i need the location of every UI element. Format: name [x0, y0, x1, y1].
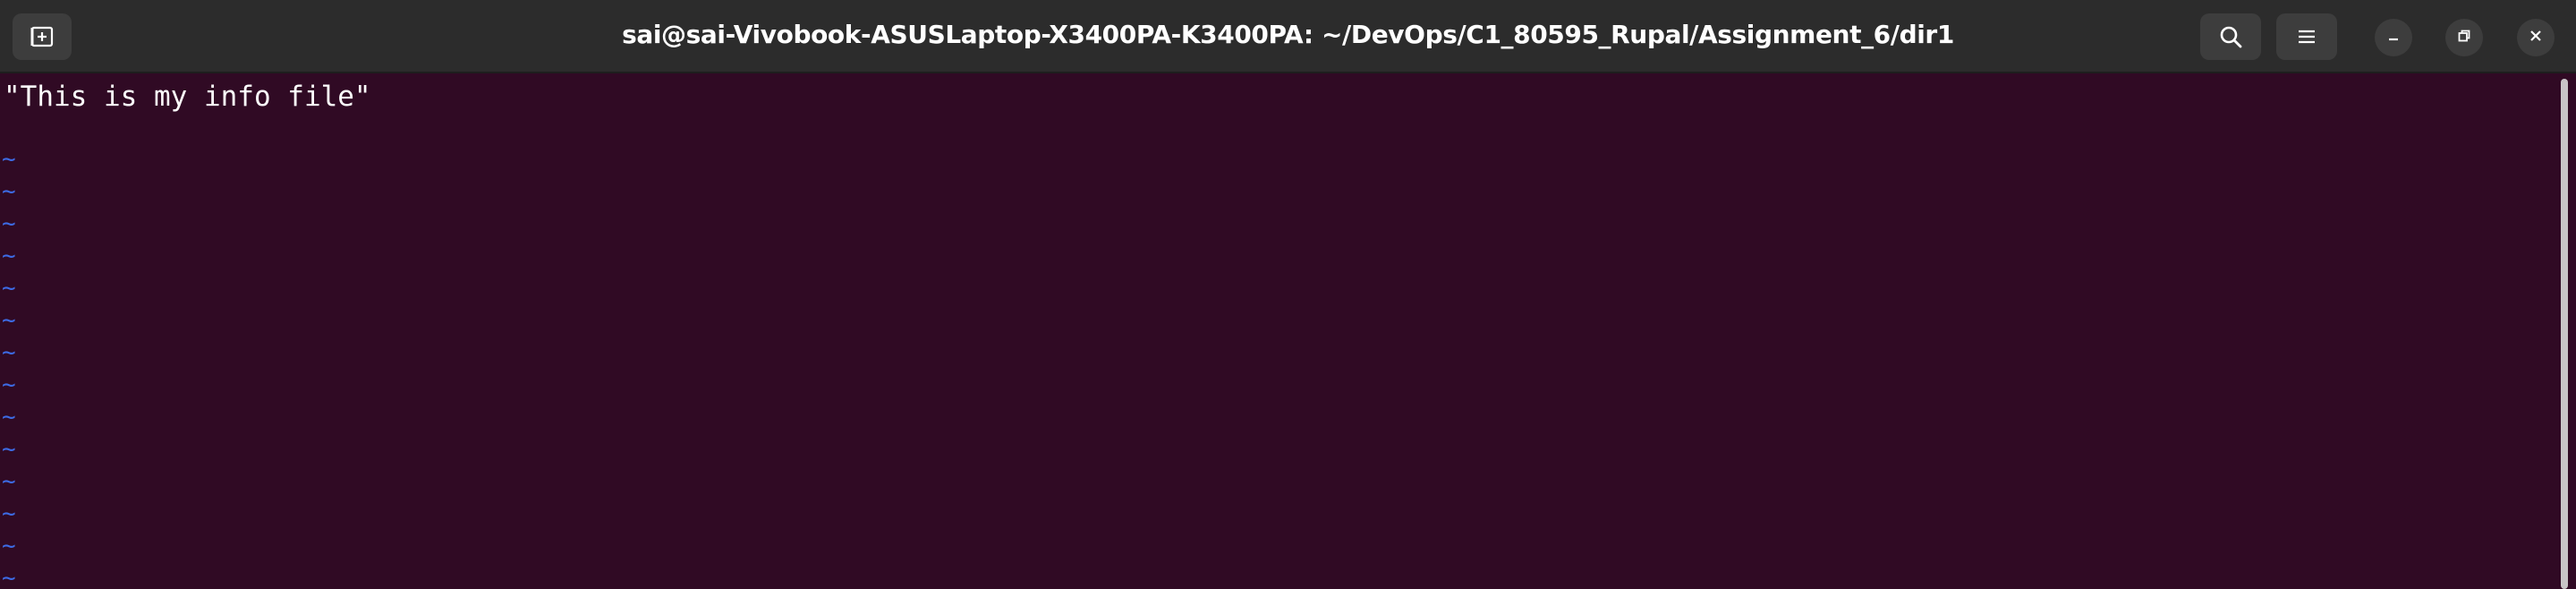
empty-line-tilde: ~ [2, 178, 16, 205]
empty-line-tilde: ~ [2, 146, 16, 173]
maximize-button[interactable] [2445, 19, 2483, 56]
minimize-icon [2385, 27, 2402, 48]
empty-line-tilde: ~ [2, 210, 16, 237]
empty-line-tilde: ~ [2, 371, 16, 398]
restore-icon [2455, 27, 2473, 48]
new-tab-button[interactable] [13, 13, 72, 60]
file-content-line: "This is my info file" [4, 81, 371, 113]
search-icon [2217, 23, 2244, 50]
empty-line-tilde: ~ [2, 533, 16, 559]
hamburger-menu-icon [2295, 25, 2318, 48]
close-icon [2527, 27, 2545, 48]
empty-line-tilde: ~ [2, 436, 16, 463]
minimize-button[interactable] [2375, 19, 2412, 56]
header-bar: sai@sai-Vivobook-ASUSLaptop-X3400PA-K340… [0, 0, 2576, 73]
scrollbar[interactable] [2561, 79, 2568, 589]
empty-line-tilde: ~ [2, 339, 16, 366]
empty-line-tilde: ~ [2, 565, 16, 589]
empty-line-tilde: ~ [2, 468, 16, 495]
empty-line-tilde: ~ [2, 500, 16, 527]
new-tab-icon [29, 23, 55, 50]
close-button[interactable] [2517, 19, 2555, 56]
window-title: sai@sai-Vivobook-ASUSLaptop-X3400PA-K340… [622, 20, 1954, 49]
empty-line-tilde: ~ [2, 275, 16, 302]
main-menu-button[interactable] [2276, 13, 2337, 60]
empty-line-tilde: ~ [2, 404, 16, 431]
search-button[interactable] [2200, 13, 2261, 60]
terminal-window: sai@sai-Vivobook-ASUSLaptop-X3400PA-K340… [0, 0, 2576, 589]
empty-line-tilde: ~ [2, 307, 16, 334]
empty-line-tilde: ~ [2, 243, 16, 269]
terminal-viewport[interactable]: "This is my info file" ~ ~ ~ ~ ~ ~ ~ ~ ~ ~ ~ ~ ~ ~ [0, 73, 2559, 589]
